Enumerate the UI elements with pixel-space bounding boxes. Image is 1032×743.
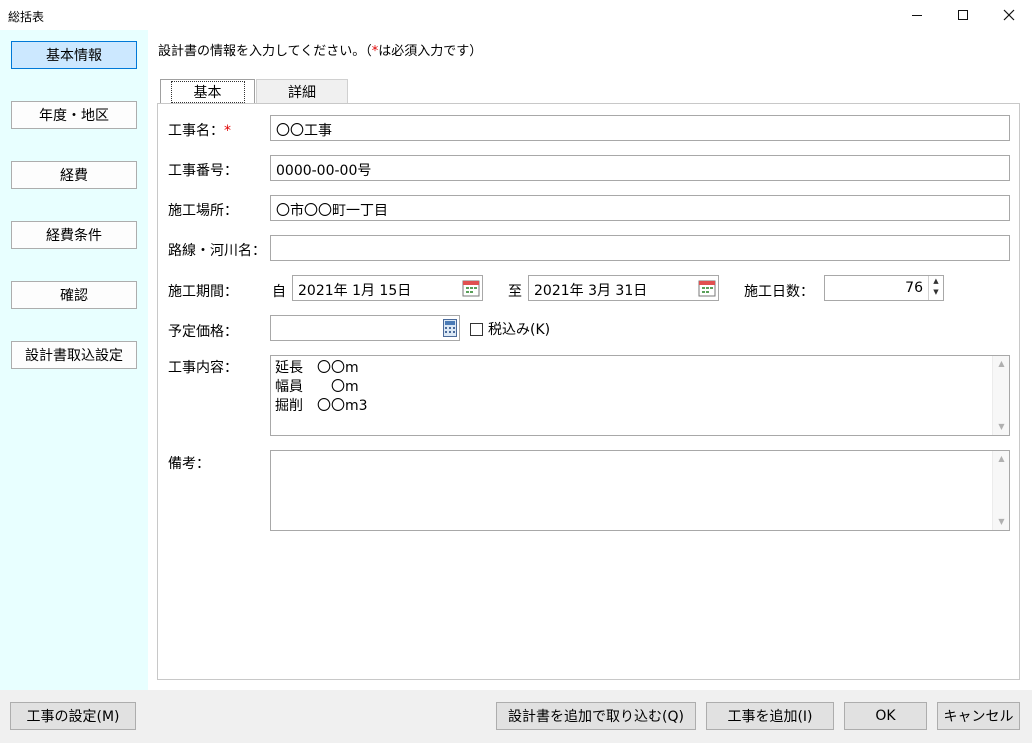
scroll-down-icon[interactable]: ▼ — [993, 515, 1010, 529]
tab-basic-label: 基本 — [170, 81, 245, 103]
instruction-text: 設計書の情報を入力してください。（*は必須入力です） — [158, 40, 482, 59]
work-content-label: 工事内容： — [168, 360, 238, 376]
tax-included-checkbox[interactable]: 税込み(K) — [470, 319, 550, 339]
end-date-field[interactable]: 2021年 3月 31日 — [528, 275, 719, 301]
tax-checkbox-label: 税込み(K) — [488, 322, 551, 338]
cancel-button[interactable]: キャンセル — [937, 702, 1020, 730]
close-button[interactable] — [986, 0, 1032, 30]
calculator-icon[interactable] — [443, 319, 457, 337]
maximize-icon — [958, 10, 968, 20]
project-name-label: 工事名：* — [168, 120, 231, 140]
footer: 工事の設定(M) 設計書を追加で取り込む(Q) 工事を追加(I) OK キャンセ… — [0, 690, 1032, 743]
project-settings-button[interactable]: 工事の設定(M) — [10, 702, 136, 730]
import-design-button[interactable]: 設計書を追加で取り込む(Q) — [496, 702, 696, 730]
work-content-scrollbar[interactable]: ▲ ▼ — [992, 356, 1009, 435]
site-location-label: 施工場所： — [168, 203, 238, 219]
scroll-up-icon[interactable]: ▲ — [993, 357, 1010, 371]
period-to-label: 至 — [508, 284, 522, 300]
work-days-label: 施工日数： — [744, 284, 814, 300]
end-date-value: 2021年 3月 31日 — [534, 283, 648, 299]
main-content: 設計書の情報を入力してください。（*は必須入力です） 基本 詳細 工事名：* 〇… — [148, 30, 1032, 690]
sidebar-item-import-settings[interactable]: 設計書取込設定 — [11, 341, 137, 369]
sidebar-item-basic-info[interactable]: 基本情報 — [11, 41, 137, 69]
planned-price-field[interactable] — [270, 315, 460, 341]
scroll-up-icon[interactable]: ▲ — [993, 452, 1010, 466]
work-content-line: 掘削 〇〇m3 — [275, 398, 368, 414]
instruction-prefix: 設計書の情報を入力してください。（ — [158, 44, 372, 59]
sidebar-item-expenses[interactable]: 経費 — [11, 161, 137, 189]
calendar-icon[interactable] — [698, 279, 716, 297]
scroll-down-icon[interactable]: ▼ — [993, 420, 1010, 434]
add-project-button[interactable]: 工事を追加(I) — [706, 702, 834, 730]
minimize-icon — [912, 14, 922, 16]
tax-checkbox-box[interactable] — [470, 322, 483, 336]
project-number-field[interactable]: 0000-00-00号 — [270, 155, 1010, 181]
remarks-label: 備考： — [168, 456, 210, 472]
work-content-line: 幅員 〇m — [275, 379, 359, 395]
minimize-button[interactable] — [894, 0, 940, 30]
period-from-label: 自 — [272, 284, 286, 300]
tab-basic[interactable]: 基本 — [160, 79, 255, 104]
form-panel: 工事名：* 〇〇工事 工事番号： 0000-00-00号 施工場所： 〇市〇〇町… — [157, 103, 1020, 680]
instruction-suffix: は必須入力です） — [378, 44, 483, 59]
calendar-icon[interactable] — [462, 279, 480, 297]
ok-button[interactable]: OK — [844, 702, 927, 730]
project-number-label: 工事番号： — [168, 163, 238, 179]
sidebar-item-expense-conditions[interactable]: 経費条件 — [11, 221, 137, 249]
title-bar: 総括表 — [0, 0, 1032, 30]
tab-detail[interactable]: 詳細 — [256, 79, 348, 104]
period-label: 施工期間： — [168, 284, 238, 300]
sidebar: 基本情報 年度・地区 経費 経費条件 確認 設計書取込設定 — [0, 30, 148, 690]
project-name-required-mark: * — [224, 123, 231, 139]
start-date-field[interactable]: 2021年 1月 15日 — [292, 275, 483, 301]
work-days-spinner[interactable]: ▲ ▼ — [928, 276, 943, 300]
window-title: 総括表 — [8, 10, 45, 24]
sidebar-item-confirm[interactable]: 確認 — [11, 281, 137, 309]
work-days-value: 76 — [905, 280, 923, 296]
remarks-textarea[interactable]: ▲ ▼ — [270, 450, 1010, 531]
work-days-field[interactable]: 76 ▲ ▼ — [824, 275, 944, 301]
sidebar-item-year-district[interactable]: 年度・地区 — [11, 101, 137, 129]
spin-up-icon[interactable]: ▲ — [929, 276, 943, 287]
site-location-field[interactable]: 〇市〇〇町一丁目 — [270, 195, 1010, 221]
work-content-line: 延長 〇〇m — [275, 360, 359, 376]
route-river-label: 路線・河川名： — [168, 243, 266, 259]
project-name-field[interactable]: 〇〇工事 — [270, 115, 1010, 141]
remarks-scrollbar[interactable]: ▲ ▼ — [992, 451, 1009, 530]
route-river-field[interactable] — [270, 235, 1010, 261]
tab-detail-label: 詳細 — [288, 85, 316, 101]
work-content-textarea[interactable]: 延長 〇〇m 幅員 〇m 掘削 〇〇m3 ▲ ▼ — [270, 355, 1010, 436]
start-date-value: 2021年 1月 15日 — [298, 283, 412, 299]
project-name-label-text: 工事名： — [168, 123, 224, 139]
planned-price-label: 予定価格： — [168, 324, 238, 340]
spin-down-icon[interactable]: ▼ — [929, 287, 943, 298]
maximize-button[interactable] — [940, 0, 986, 30]
close-icon — [1003, 9, 1015, 21]
